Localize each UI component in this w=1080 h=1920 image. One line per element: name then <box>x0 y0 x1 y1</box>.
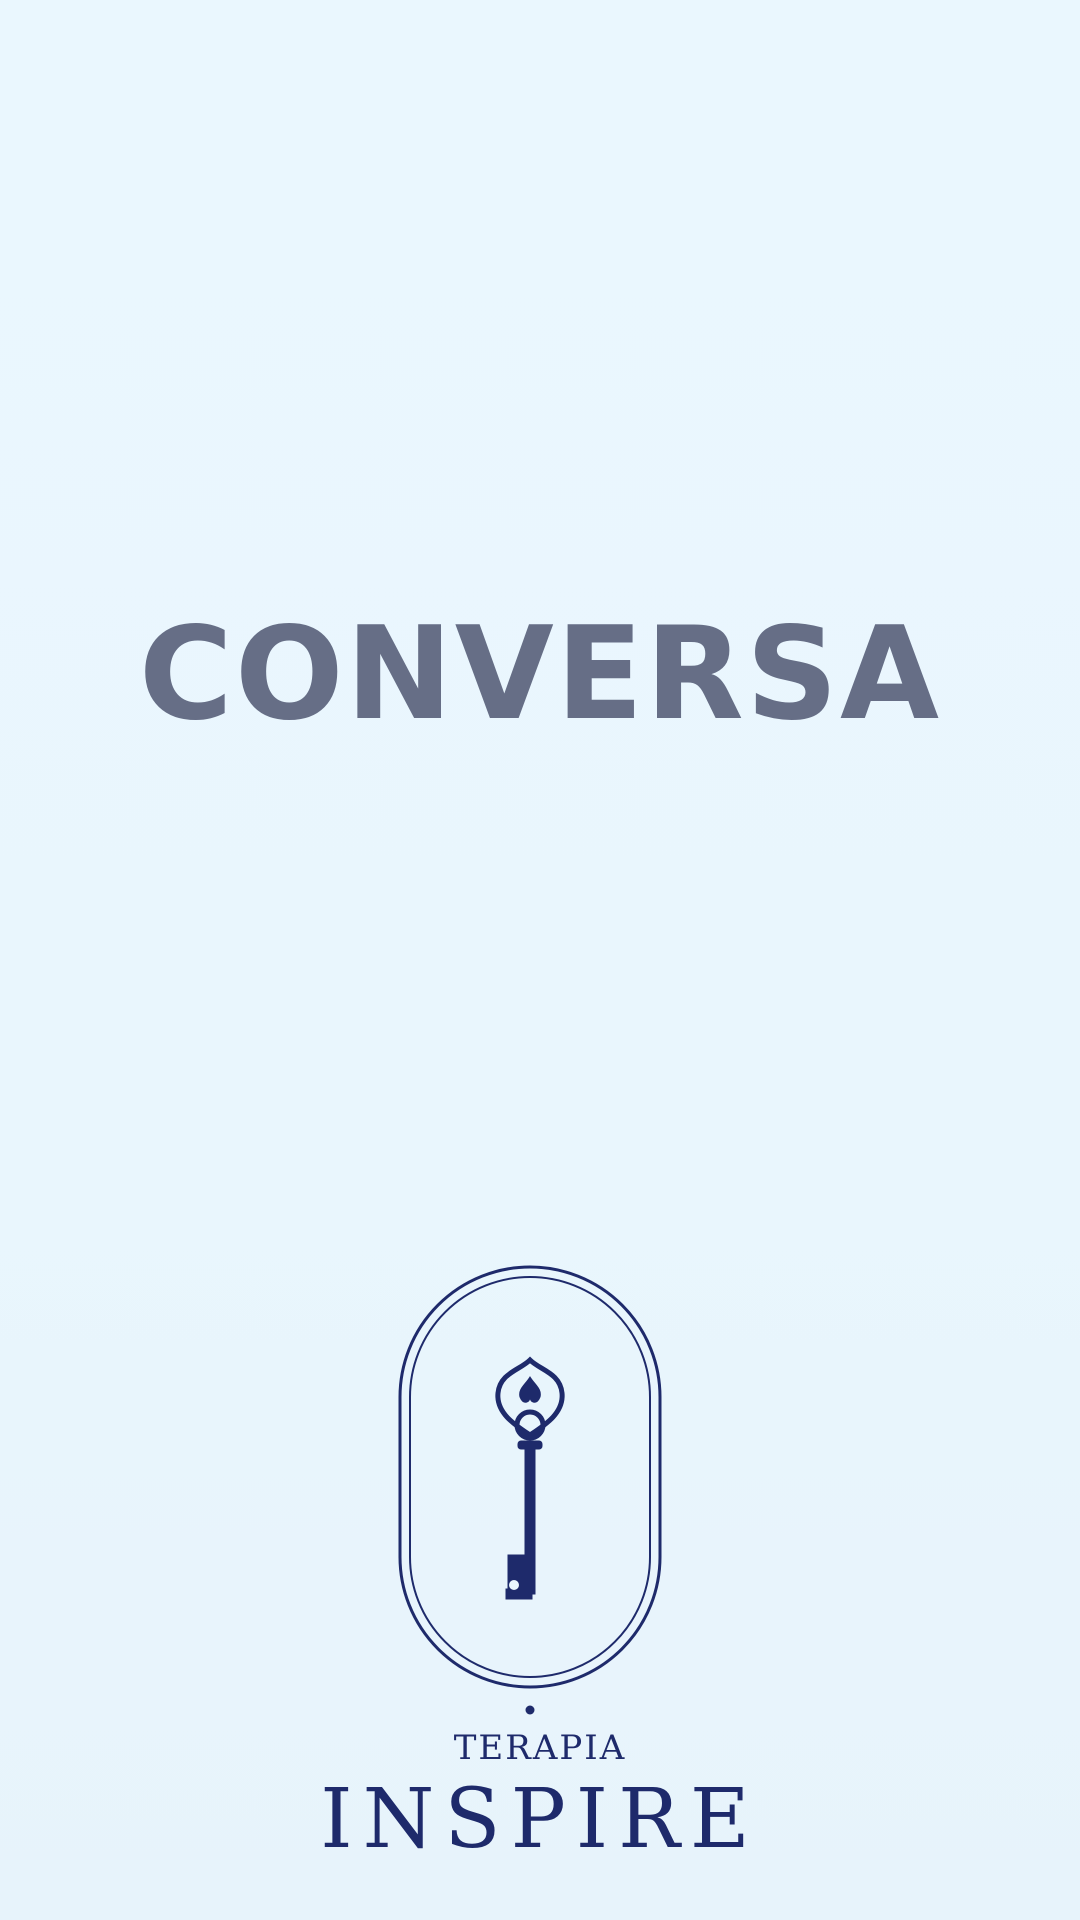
brand-name: INSPIRE <box>320 1772 760 1867</box>
key-icon <box>495 1356 565 1600</box>
logo-dot <box>525 1705 535 1715</box>
splash-screen: CONVERSA TERAPIA INSPIRE <box>0 0 1080 1920</box>
brand-subtitle: TERAPIA <box>453 1728 627 1768</box>
screen-title: CONVERSA <box>138 600 942 749</box>
